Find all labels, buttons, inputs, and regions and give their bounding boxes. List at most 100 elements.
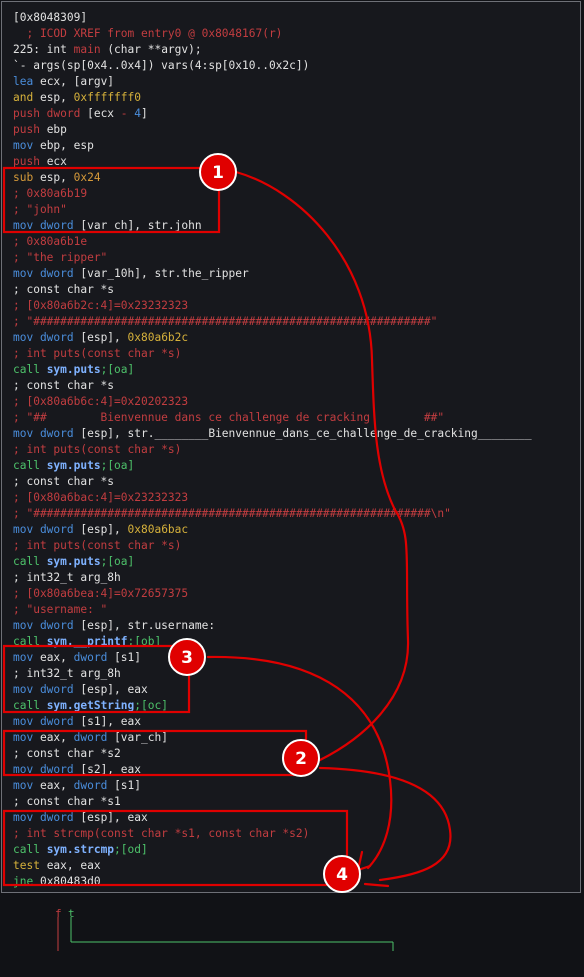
asm-line[interactable]: mov dword [s1], eax bbox=[13, 714, 141, 730]
asm-line[interactable]: ; const char *s bbox=[13, 282, 114, 298]
asm-token: ; "the ripper" bbox=[13, 251, 108, 264]
asm-line[interactable]: ; int puts(const char *s) bbox=[13, 442, 181, 458]
asm-token: lea bbox=[13, 75, 40, 88]
asm-token: ; [0x80a6b6c:4]=0x20202323 bbox=[13, 395, 189, 408]
asm-line[interactable]: ; 0x80a6b1e bbox=[13, 234, 87, 250]
asm-line[interactable]: ; const char *s1 bbox=[13, 794, 121, 810]
asm-line[interactable]: ; int32_t arg_8h bbox=[13, 570, 121, 586]
asm-line[interactable]: mov dword [s2], eax bbox=[13, 762, 141, 778]
asm-token: dword bbox=[73, 779, 115, 792]
asm-line[interactable]: sub esp, 0x24 bbox=[13, 170, 101, 186]
asm-line[interactable]: 225: int main (char **argv); bbox=[13, 42, 202, 58]
asm-line[interactable]: push dword [ecx - 4] bbox=[13, 106, 148, 122]
graph-basic-block[interactable]: [0x8048309] ; ICOD XREF from entry0 @ 0x… bbox=[1, 1, 581, 893]
asm-token: mov dword bbox=[13, 811, 81, 824]
asm-line[interactable]: ; const char *s bbox=[13, 378, 114, 394]
asm-line[interactable]: mov eax, dword [s1] bbox=[13, 778, 141, 794]
asm-line[interactable]: [0x8048309] bbox=[13, 10, 87, 26]
asm-line[interactable]: ; int puts(const char *s) bbox=[13, 538, 181, 554]
asm-token: mov dword bbox=[13, 331, 81, 344]
asm-line[interactable]: call sym.__printf;[ob] bbox=[13, 634, 161, 650]
asm-line[interactable]: push ecx bbox=[13, 154, 67, 170]
asm-line[interactable]: ; [0x80a6bea:4]=0x72657375 bbox=[13, 586, 188, 602]
asm-line[interactable]: call sym.getString;[oc] bbox=[13, 698, 168, 714]
asm-line[interactable]: mov dword [esp], 0x80a6bac bbox=[13, 522, 188, 538]
asm-token: [var_ch], str.john bbox=[80, 219, 202, 232]
asm-line[interactable]: mov dword [var_10h], str.the_ripper bbox=[13, 266, 249, 282]
symbol-token: sym.strcmp bbox=[46, 843, 115, 856]
asm-token: call bbox=[13, 843, 47, 856]
asm-token: mov dword bbox=[13, 763, 81, 776]
asm-token: call bbox=[13, 635, 47, 648]
asm-line[interactable]: ; int strcmp(const char *s1, const char … bbox=[13, 826, 309, 842]
asm-line[interactable]: ; int puts(const char *s) bbox=[13, 346, 181, 362]
asm-line[interactable]: ; const char *s2 bbox=[13, 746, 121, 762]
asm-line[interactable]: mov eax, dword [s1] bbox=[13, 650, 141, 666]
asm-line[interactable]: mov eax, dword [var_ch] bbox=[13, 730, 168, 746]
asm-line[interactable]: mov dword [esp], str.________Bienvennue_… bbox=[13, 426, 532, 442]
asm-line[interactable]: ; "#####################################… bbox=[13, 506, 451, 522]
asm-line[interactable]: ; "#####################################… bbox=[13, 314, 437, 330]
symbol-token: sym.getString bbox=[46, 699, 135, 712]
asm-line[interactable]: ; "username: " bbox=[13, 602, 107, 618]
asm-token: call bbox=[13, 555, 47, 568]
asm-line[interactable]: mov dword [var_ch], str.john bbox=[13, 218, 202, 234]
asm-token: (char **argv); bbox=[100, 43, 202, 56]
asm-line[interactable]: and esp, 0xfffffff0 bbox=[13, 90, 141, 106]
asm-token: `- args(sp[0x4..0x4]) vars(4:sp[0x10..0x… bbox=[13, 59, 310, 72]
asm-line[interactable]: mov dword [esp], 0x80a6b2c bbox=[13, 330, 188, 346]
asm-line[interactable]: call sym.puts;[oa] bbox=[13, 554, 134, 570]
asm-token: [var_ch] bbox=[114, 731, 168, 744]
asm-line[interactable]: ; [0x80a6b2c:4]=0x23232323 bbox=[13, 298, 188, 314]
asm-token: ; 0x80a6b1e bbox=[13, 235, 88, 248]
asm-token: main bbox=[73, 43, 101, 56]
asm-line[interactable]: push ebp bbox=[13, 122, 67, 138]
asm-line[interactable]: ; "the ripper" bbox=[13, 250, 107, 266]
asm-token: mov bbox=[13, 651, 40, 664]
asm-token: jne bbox=[13, 875, 40, 888]
asm-line[interactable]: mov dword [esp], eax bbox=[13, 682, 148, 698]
asm-line[interactable]: call sym.strcmp;[od] bbox=[13, 842, 148, 858]
asm-line[interactable]: ; "john" bbox=[13, 202, 67, 218]
asm-token: mov dword bbox=[13, 715, 81, 728]
asm-line[interactable]: call sym.puts;[oa] bbox=[13, 362, 134, 378]
symbol-token: sym.puts bbox=[46, 459, 101, 472]
asm-line[interactable]: ; "## Bienvennue dans ce challenge de cr… bbox=[13, 410, 444, 426]
symbol-token: sym.puts bbox=[46, 555, 101, 568]
asm-line[interactable]: `- args(sp[0x4..0x4]) vars(4:sp[0x10..0x… bbox=[13, 58, 309, 74]
asm-token: 0x80a6b2c bbox=[127, 331, 189, 344]
asm-token: mov dword bbox=[13, 523, 81, 536]
asm-token: ecx, [argv] bbox=[39, 75, 115, 88]
asm-token: ; 0x80a6b19 bbox=[13, 187, 88, 200]
asm-line[interactable]: ; int32_t arg_8h bbox=[13, 666, 121, 682]
asm-token: and bbox=[13, 91, 40, 104]
asm-token: ; const char *s2 bbox=[13, 747, 121, 760]
asm-line[interactable]: mov dword [esp], str.username: bbox=[13, 618, 215, 634]
asm-line[interactable]: ; ICOD XREF from entry0 @ 0x8048167(r) bbox=[13, 26, 282, 42]
asm-token: [s2], eax bbox=[80, 763, 141, 776]
asm-token: 4 bbox=[134, 107, 142, 120]
asm-token: call bbox=[13, 363, 47, 376]
asm-token: ; const char *s bbox=[13, 379, 115, 392]
asm-line[interactable]: mov dword [esp], eax bbox=[13, 810, 148, 826]
asm-line[interactable]: ; [0x80a6b6c:4]=0x20202323 bbox=[13, 394, 188, 410]
asm-token: esp, bbox=[39, 91, 74, 104]
asm-line[interactable]: ; [0x80a6bac:4]=0x23232323 bbox=[13, 490, 188, 506]
asm-token: ;[od] bbox=[114, 843, 148, 856]
asm-token: test bbox=[13, 859, 47, 872]
asm-token: ; "#####################################… bbox=[13, 315, 438, 328]
asm-token: 0x80a6bac bbox=[127, 523, 189, 536]
asm-line[interactable]: ; const char *s bbox=[13, 474, 114, 490]
asm-line[interactable]: jne 0x80483d0 bbox=[13, 874, 101, 890]
asm-token: [esp], str.username: bbox=[80, 619, 216, 632]
asm-token: eax, eax bbox=[46, 859, 101, 872]
asm-token: [s1] bbox=[114, 779, 142, 792]
asm-token: mov dword bbox=[13, 683, 81, 696]
asm-token: ; const char *s bbox=[13, 283, 115, 296]
asm-line[interactable]: test eax, eax bbox=[13, 858, 101, 874]
asm-line[interactable]: mov ebp, esp bbox=[13, 138, 94, 154]
asm-line[interactable]: lea ecx, [argv] bbox=[13, 74, 114, 90]
asm-line[interactable]: call sym.puts;[oa] bbox=[13, 458, 134, 474]
asm-line[interactable]: ; 0x80a6b19 bbox=[13, 186, 87, 202]
asm-token: [0x8048309] bbox=[13, 11, 88, 24]
